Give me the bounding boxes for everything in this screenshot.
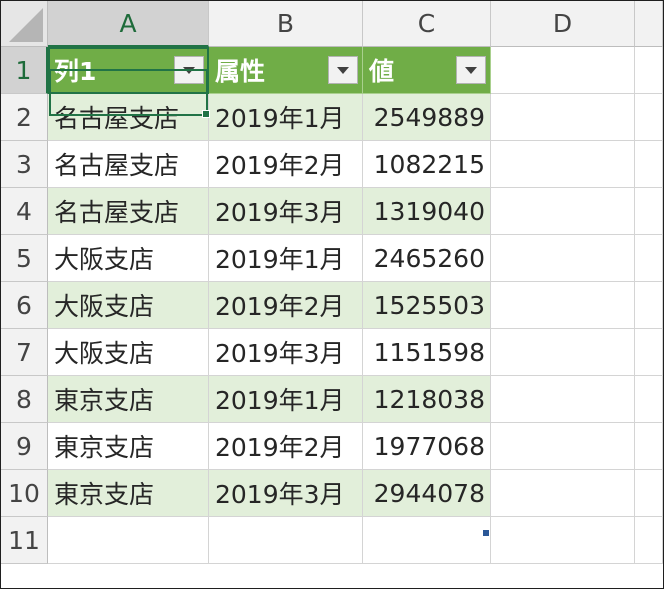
column-header-c[interactable]: C bbox=[363, 1, 491, 47]
cell-d10[interactable] bbox=[491, 470, 635, 517]
cell-b11[interactable] bbox=[209, 517, 363, 564]
chevron-down-icon bbox=[183, 66, 195, 74]
cell-d8[interactable] bbox=[491, 376, 635, 423]
table-cell-b5[interactable]: 2019年1月 bbox=[209, 235, 363, 282]
row-header-8[interactable]: 8 bbox=[1, 376, 48, 423]
table-cell-c6[interactable]: 1525503 bbox=[363, 282, 491, 329]
cell-e10[interactable] bbox=[635, 470, 663, 517]
column-header-e-partial[interactable] bbox=[635, 1, 663, 47]
cell-grid: A B C D 1 列1 属性 値 2 名古屋支店 2019年1月 254988… bbox=[1, 1, 663, 564]
cell-e7[interactable] bbox=[635, 329, 663, 376]
table-cell-c8[interactable]: 1218038 bbox=[363, 376, 491, 423]
cell-e4[interactable] bbox=[635, 188, 663, 235]
table-cell-c9[interactable]: 1977068 bbox=[363, 423, 491, 470]
row-header-9[interactable]: 9 bbox=[1, 423, 48, 470]
row-header-7[interactable]: 7 bbox=[1, 329, 48, 376]
table-header-cell-c1[interactable]: 値 bbox=[363, 47, 491, 94]
column-header-d[interactable]: D bbox=[491, 1, 635, 47]
cell-e5[interactable] bbox=[635, 235, 663, 282]
filter-dropdown-button[interactable] bbox=[328, 56, 358, 84]
select-all-button[interactable] bbox=[1, 1, 48, 47]
table-cell-b7[interactable]: 2019年3月 bbox=[209, 329, 363, 376]
cell-a11[interactable] bbox=[48, 517, 209, 564]
cell-d3[interactable] bbox=[491, 141, 635, 188]
cell-e11[interactable] bbox=[635, 517, 663, 564]
table-cell-c5[interactable]: 2465260 bbox=[363, 235, 491, 282]
table-cell-a6[interactable]: 大阪支店 bbox=[48, 282, 209, 329]
table-cell-c2[interactable]: 2549889 bbox=[363, 94, 491, 141]
cell-d4[interactable] bbox=[491, 188, 635, 235]
chevron-down-icon bbox=[465, 66, 477, 74]
table-cell-c10[interactable]: 2944078 bbox=[363, 470, 491, 517]
table-cell-a5[interactable]: 大阪支店 bbox=[48, 235, 209, 282]
table-cell-b8[interactable]: 2019年1月 bbox=[209, 376, 363, 423]
row-header-2[interactable]: 2 bbox=[1, 94, 48, 141]
cell-e3[interactable] bbox=[635, 141, 663, 188]
row-header-6[interactable]: 6 bbox=[1, 282, 48, 329]
row-header-3[interactable]: 3 bbox=[1, 141, 48, 188]
cell-e8[interactable] bbox=[635, 376, 663, 423]
row-header-5[interactable]: 5 bbox=[1, 235, 48, 282]
cell-d2[interactable] bbox=[491, 94, 635, 141]
cell-d5[interactable] bbox=[491, 235, 635, 282]
table-cell-b4[interactable]: 2019年3月 bbox=[209, 188, 363, 235]
table-header-label: 値 bbox=[369, 57, 395, 86]
column-header-a[interactable]: A bbox=[48, 1, 209, 47]
table-cell-a10[interactable]: 東京支店 bbox=[48, 470, 209, 517]
select-all-triangle-icon bbox=[9, 8, 43, 42]
cell-e6[interactable] bbox=[635, 282, 663, 329]
table-cell-c4[interactable]: 1319040 bbox=[363, 188, 491, 235]
table-resize-handle[interactable] bbox=[483, 530, 489, 536]
table-header-label: 属性 bbox=[215, 57, 266, 86]
cell-d9[interactable] bbox=[491, 423, 635, 470]
row-header-1[interactable]: 1 bbox=[1, 47, 48, 94]
table-header-label: 列1 bbox=[54, 57, 97, 86]
table-cell-a7[interactable]: 大阪支店 bbox=[48, 329, 209, 376]
table-cell-b10[interactable]: 2019年3月 bbox=[209, 470, 363, 517]
table-cell-b6[interactable]: 2019年2月 bbox=[209, 282, 363, 329]
row-header-10[interactable]: 10 bbox=[1, 470, 48, 517]
cell-d6[interactable] bbox=[491, 282, 635, 329]
table-cell-a8[interactable]: 東京支店 bbox=[48, 376, 209, 423]
table-cell-c3[interactable]: 1082215 bbox=[363, 141, 491, 188]
table-cell-a9[interactable]: 東京支店 bbox=[48, 423, 209, 470]
cell-c11[interactable] bbox=[363, 517, 491, 564]
cell-d7[interactable] bbox=[491, 329, 635, 376]
cell-e1[interactable] bbox=[635, 47, 663, 94]
table-header-cell-a1[interactable]: 列1 bbox=[48, 47, 209, 94]
filter-dropdown-button[interactable] bbox=[174, 56, 204, 84]
table-cell-a3[interactable]: 名古屋支店 bbox=[48, 141, 209, 188]
table-cell-a4[interactable]: 名古屋支店 bbox=[48, 188, 209, 235]
table-header-cell-b1[interactable]: 属性 bbox=[209, 47, 363, 94]
table-cell-b9[interactable]: 2019年2月 bbox=[209, 423, 363, 470]
cell-e2[interactable] bbox=[635, 94, 663, 141]
cell-e9[interactable] bbox=[635, 423, 663, 470]
cell-d1[interactable] bbox=[491, 47, 635, 94]
table-cell-c7[interactable]: 1151598 bbox=[363, 329, 491, 376]
filter-dropdown-button[interactable] bbox=[456, 56, 486, 84]
table-cell-a2[interactable]: 名古屋支店 bbox=[48, 94, 209, 141]
cell-d11[interactable] bbox=[491, 517, 635, 564]
row-header-4[interactable]: 4 bbox=[1, 188, 48, 235]
column-header-b[interactable]: B bbox=[209, 1, 363, 47]
row-header-11[interactable]: 11 bbox=[1, 517, 48, 564]
spreadsheet: A B C D 1 列1 属性 値 2 名古屋支店 2019年1月 254988… bbox=[0, 0, 664, 589]
table-cell-b3[interactable]: 2019年2月 bbox=[209, 141, 363, 188]
table-cell-b2[interactable]: 2019年1月 bbox=[209, 94, 363, 141]
chevron-down-icon bbox=[337, 66, 349, 74]
